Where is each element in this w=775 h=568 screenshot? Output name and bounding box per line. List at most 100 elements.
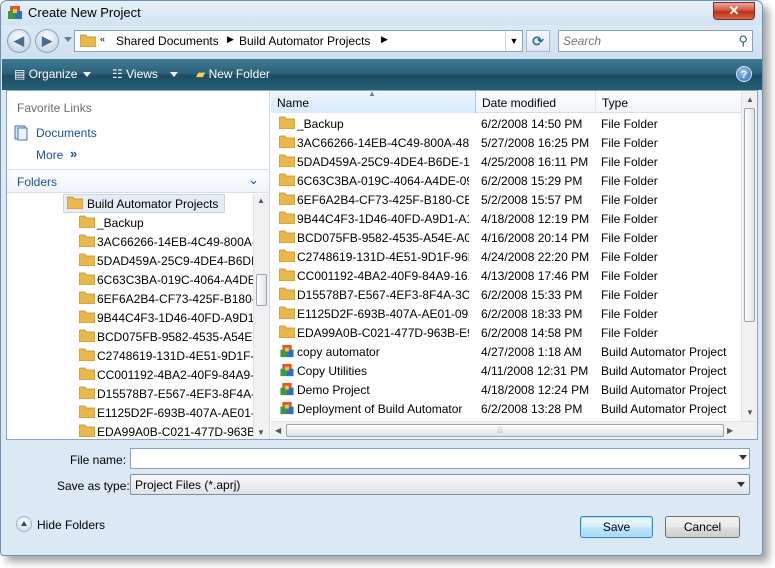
tree-item[interactable]: EDA99A0B-C021-477D-963B-E9 [75, 422, 253, 439]
forward-button[interactable]: ▶ [35, 29, 59, 53]
grip-icon: ⦙⦙⦙ [497, 425, 504, 435]
help-icon[interactable]: ? [736, 66, 752, 82]
scroll-down-icon[interactable]: ▼ [257, 428, 265, 437]
folder-icon [79, 329, 95, 342]
file-row[interactable]: E1125D2F-693B-407A-AE01-095... 6/2/2008 1… [271, 304, 741, 323]
folder-icon [278, 116, 296, 132]
file-row[interactable]: BCD075FB-9582-4535-A54E-A0... 4/16/2008 2… [271, 228, 741, 247]
chevron-down-icon [169, 72, 178, 78]
folder-icon [80, 34, 96, 47]
more-link[interactable]: More [36, 148, 63, 162]
scroll-right-icon[interactable]: ▶ [727, 426, 733, 435]
file-row[interactable]: 6C63C3BA-019C-4064-A4DE-09... 6/2/2008 15… [271, 171, 741, 190]
file-name-input[interactable] [133, 450, 723, 467]
file-date-cell: 6/2/2008 14:58 PM [481, 326, 583, 340]
folder-icon [278, 173, 296, 187]
scroll-thumb[interactable]: ⦙⦙⦙ [286, 424, 724, 437]
app-icon [8, 6, 22, 19]
folder-icon [278, 135, 296, 149]
file-row[interactable]: 9B44C4F3-1D46-40FD-A9D1-A1... 4/18/2008 1… [271, 209, 741, 228]
file-list-horizontal-scrollbar[interactable]: ◀ ⦙⦙⦙ ▶ [271, 421, 757, 439]
tree-item-label: 9B44C4F3-1D46-40FD-A9D1-A1 [97, 311, 253, 325]
search-box[interactable]: ⚲ [558, 30, 753, 52]
views-button[interactable]: ☷ Views [112, 67, 178, 81]
column-header-type[interactable]: Type [596, 91, 741, 113]
title-bar[interactable]: Create New Project ✕ [1, 1, 762, 25]
address-bar[interactable]: « Shared Documents ▶ Build Automator Pro… [74, 30, 523, 52]
file-name-cell: 3AC66266-14EB-4C49-800A-48... [297, 136, 469, 150]
file-row[interactable]: Demo Project 4/18/2008 12:24 PM Build Auto… [271, 380, 741, 399]
file-row[interactable]: 3AC66266-14EB-4C49-800A-48... 5/27/2008 1… [271, 133, 741, 152]
file-row[interactable]: Copy Utilities 4/11/2008 12:31 PM Build Au… [271, 361, 741, 380]
file-date-cell: 4/25/2008 16:11 PM [481, 155, 589, 169]
folder-icon [79, 291, 95, 304]
dialog-window: Create New Project ✕ ◀ ▶ « Shared Docume… [0, 0, 763, 556]
file-name-cell: 9B44C4F3-1D46-40FD-A9D1-A1... [297, 212, 469, 226]
file-row[interactable]: 5DAD459A-25C9-4DE4-B6DE-1... 4/25/2008 16… [271, 152, 741, 171]
breadcrumb-separator-icon[interactable]: ▶ [227, 34, 234, 45]
save-button[interactable]: Save [580, 516, 653, 538]
file-row[interactable]: C2748619-131D-4E51-9D1F-96E... 4/24/2008 … [271, 247, 741, 266]
tree-item-label: C2748619-131D-4E51-9D1F-96 [97, 349, 253, 363]
tree-item[interactable]: E1125D2F-693B-407A-AE01-09 [75, 403, 253, 422]
column-header-date[interactable]: Date modified [476, 91, 596, 113]
back-arrow-icon: ◀ [14, 33, 24, 48]
close-button[interactable]: ✕ [713, 2, 755, 20]
cancel-button[interactable]: Cancel [665, 516, 740, 538]
file-name-field[interactable] [130, 448, 750, 469]
save-as-type-value: Project Files (*.aprj) [135, 478, 241, 492]
scroll-down-icon[interactable]: ▼ [746, 408, 754, 417]
file-row[interactable]: CC001192-4BA2-40F9-84A9-16... 4/13/2008 1… [271, 266, 741, 285]
folder-icon [79, 234, 95, 247]
documents-label: Documents [36, 126, 97, 140]
breadcrumb-build-automator-projects[interactable]: Build Automator Projects [239, 34, 370, 48]
scroll-thumb[interactable] [744, 108, 755, 322]
file-row[interactable]: Deployment of Build Automator 6/2/2008 13… [271, 399, 741, 418]
file-row[interactable]: copy automator 4/27/2008 1:18 AM Build Aut… [271, 342, 741, 361]
refresh-button[interactable]: ⟳ [526, 30, 550, 52]
scroll-up-icon[interactable]: ▲ [257, 196, 265, 205]
tree-item[interactable]: D15578B7-E567-4EF3-8F4A-3C [75, 384, 253, 403]
file-list-vertical-scrollbar[interactable]: ▲ ▼ [741, 91, 757, 421]
favorite-links-heading: Favorite Links [17, 101, 92, 115]
column-header-name[interactable]: ▲ Name [271, 89, 476, 113]
file-row[interactable]: _Backup 6/2/2008 14:50 PM File Folder [271, 114, 741, 133]
tree-item[interactable]: CC001192-4BA2-40F9-84A9-16 [75, 365, 253, 384]
file-date-cell: 4/27/2008 1:18 AM [481, 345, 582, 359]
organize-button[interactable]: ▤ Organize [14, 67, 92, 81]
tree-scrollbar[interactable]: ▲ ▼ [253, 194, 269, 439]
tree-item-label: CC001192-4BA2-40F9-84A9-16 [97, 368, 253, 382]
file-row[interactable]: EDA99A0B-C021-477D-963B-E9... 6/2/2008 14… [271, 323, 741, 342]
search-input[interactable] [559, 31, 731, 51]
address-dropdown-button[interactable]: ▼ [505, 31, 522, 51]
file-date-cell: 4/18/2008 12:19 PM [481, 212, 590, 226]
chevron-down-icon[interactable] [739, 455, 747, 460]
tree-item[interactable]: 5DAD459A-25C9-4DE4-B6DE-1 [75, 251, 253, 270]
file-row[interactable]: 6EF6A2B4-CF73-425F-B180-CB... 5/2/2008 15… [271, 190, 741, 209]
tree-item[interactable]: 6C63C3BA-019C-4064-A4DE-09 [75, 270, 253, 289]
scroll-left-icon[interactable]: ◀ [275, 426, 281, 435]
file-date-cell: 5/27/2008 16:25 PM [481, 136, 590, 150]
recent-pages-dropdown[interactable] [64, 37, 72, 42]
breadcrumb-overflow-icon[interactable]: « [100, 34, 105, 44]
scroll-up-icon[interactable]: ▲ [746, 95, 754, 104]
tree-item[interactable]: C2748619-131D-4E51-9D1F-96 [75, 346, 253, 365]
tree-item[interactable]: 3AC66266-14EB-4C49-800A-48 [75, 232, 253, 251]
file-type-cell: Build Automator Project [601, 402, 727, 416]
search-icon[interactable]: ⚲ [738, 33, 748, 49]
back-button[interactable]: ◀ [7, 29, 31, 53]
tree-item[interactable]: _Backup [75, 213, 253, 232]
scroll-thumb[interactable] [256, 274, 267, 306]
breadcrumb-separator-icon[interactable]: ▶ [381, 34, 388, 45]
new-folder-button[interactable]: ▰ New Folder [196, 67, 270, 81]
folders-header[interactable]: Folders ⌄ [7, 169, 269, 193]
tree-item[interactable]: 6EF6A2B4-CF73-425F-B180-CB [75, 289, 253, 308]
tree-item[interactable]: 9B44C4F3-1D46-40FD-A9D1-A1 [75, 308, 253, 327]
double-chevron-icon[interactable]: » [70, 146, 77, 161]
tree-item[interactable]: BCD075FB-9582-4535-A54E-A0 [75, 327, 253, 346]
breadcrumb-shared-documents[interactable]: Shared Documents [116, 34, 219, 48]
tree-item-selected[interactable]: Build Automator Projects [63, 194, 225, 213]
save-as-type-select[interactable]: Project Files (*.aprj) [130, 474, 750, 495]
file-row[interactable]: D15578B7-E567-4EF3-8F4A-3C7... 6/2/2008 1… [271, 285, 741, 304]
documents-icon [14, 125, 28, 141]
